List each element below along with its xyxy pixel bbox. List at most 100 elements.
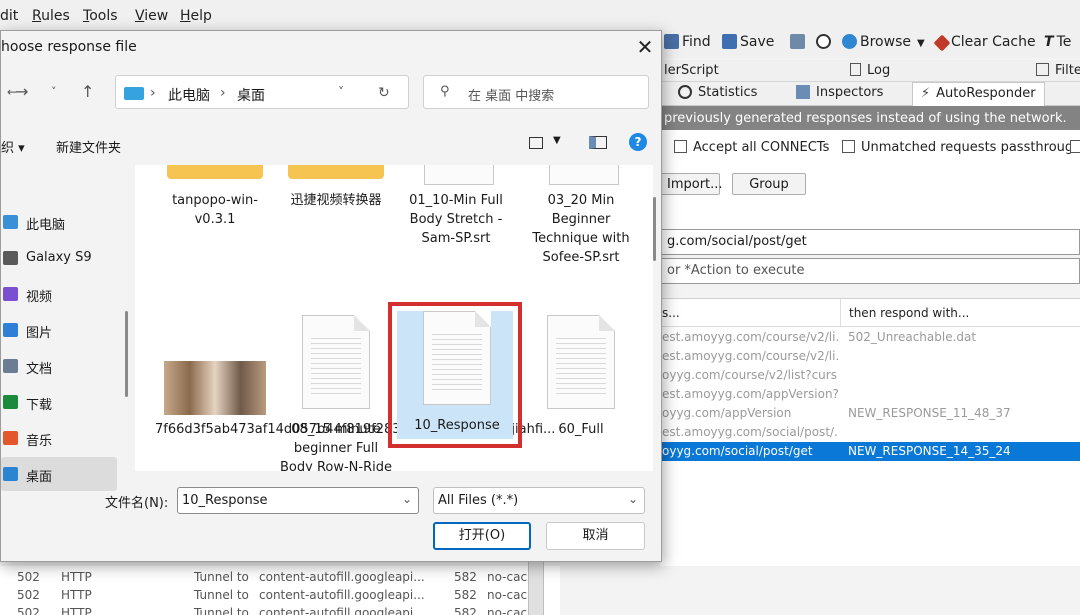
- address-bar[interactable]: › 此电脑 › 桌面 ˅ ↻: [115, 75, 409, 109]
- sidebar-item-label: 音乐: [26, 434, 53, 449]
- open-button[interactable]: 打开(O): [433, 522, 531, 550]
- close-button[interactable]: ✕: [631, 33, 659, 61]
- sidebar-item-label: 视频: [26, 290, 53, 305]
- save-button[interactable]: Save: [722, 34, 774, 50]
- session-result: 502: [17, 570, 40, 584]
- sidebar-item[interactable]: 文档: [1, 349, 117, 383]
- folder-item[interactable]: 迅捷视频转换器: [276, 165, 396, 271]
- sidebar-item[interactable]: 图片: [1, 313, 117, 347]
- sidebar-item[interactable]: 音乐: [1, 421, 117, 455]
- text-wizard-button[interactable]: T Te: [1044, 34, 1071, 50]
- up-button[interactable]: ↑: [81, 82, 94, 101]
- chevron-down-icon: ⌄: [627, 492, 638, 506]
- tab-filters[interactable]: Filte: [1036, 63, 1080, 78]
- session-row[interactable]: 502 HTTP Tunnel to content-autofill.googlea…: [0, 605, 560, 615]
- file-item[interactable]: 03_20 Min Beginner Technique with Sofee-…: [521, 165, 641, 271]
- cancel-button[interactable]: 取消: [546, 522, 645, 550]
- search-box[interactable]: ⚲ 在 桌面 中搜索: [423, 75, 649, 109]
- document-icon: [423, 311, 491, 405]
- col-match-header[interactable]: s...: [662, 306, 680, 320]
- forward-button[interactable]: →: [15, 82, 28, 101]
- menu-help[interactable]: Help: [180, 8, 212, 24]
- find-button[interactable]: Find: [664, 34, 711, 50]
- tab-statistics[interactable]: Statistics: [678, 85, 757, 100]
- sidebar-item[interactable]: Galaxy S9: [1, 241, 117, 275]
- group-button[interactable]: Group: [732, 173, 806, 195]
- documents-icon: [3, 359, 18, 373]
- file-item[interactable]: 10_Response: [388, 302, 522, 448]
- folder-icon: [288, 165, 384, 179]
- dialog-title: hoose response file: [1, 39, 137, 55]
- rule-match-input[interactable]: g.com/social/post/get: [660, 229, 1080, 255]
- file-item[interactable]: 60_Full: [521, 315, 641, 471]
- file-list-scrollbar[interactable]: [653, 197, 656, 261]
- session-row[interactable]: 502 HTTP Tunnel to content-autofill.googlea…: [0, 569, 560, 587]
- file-item[interactable]: 7f66d3f5ab473af14d057b44f819f2831223ksdh…: [155, 315, 555, 471]
- command-bar: 织 ▾ 新建文件夹 ▼ ?: [1, 129, 661, 161]
- chevron-down-icon[interactable]: ▼: [553, 135, 561, 146]
- rule-response: NEW_RESPONSE_14_35_24: [848, 444, 1011, 458]
- tab-autoresponder[interactable]: ⚡ AutoResponder: [912, 82, 1045, 106]
- import-button[interactable]: Import...: [658, 173, 723, 195]
- rule-row[interactable]: est.amoyyg.com/course/v2/li...: [660, 347, 1080, 366]
- filename-input[interactable]: 10_Response ⌄: [177, 487, 419, 514]
- session-body: 582: [454, 570, 477, 584]
- menu-tools[interactable]: Tools: [83, 8, 118, 24]
- sidebar-item[interactable]: 此电脑: [1, 205, 117, 239]
- breadcrumb-current[interactable]: 桌面: [237, 85, 265, 105]
- address-dropdown[interactable]: ˅: [338, 85, 344, 99]
- tab-log[interactable]: Log: [850, 63, 890, 78]
- recent-locations-button[interactable]: ˅: [51, 85, 57, 98]
- timer-button[interactable]: [816, 34, 834, 50]
- session-url: content-autofill.googleapi...: [259, 570, 425, 584]
- computer-icon: [3, 215, 18, 229]
- extra-checkbox[interactable]: [1070, 140, 1080, 155]
- preview-pane-icon[interactable]: [589, 136, 607, 149]
- autoresponder-banner: previously generated responses instead o…: [660, 106, 1080, 130]
- sidebar-item[interactable]: 桌面: [1, 457, 117, 491]
- menu-edit[interactable]: dit: [0, 8, 18, 24]
- phone-icon: [3, 251, 18, 265]
- menu-view[interactable]: View: [135, 8, 168, 24]
- unmatched-passthrough-checkbox[interactable]: Unmatched requests passthrough: [842, 140, 1080, 155]
- document-icon: [547, 315, 615, 409]
- sidebar-item[interactable]: 下载: [1, 385, 117, 419]
- view-mode-icon[interactable]: [529, 137, 543, 149]
- menu-rules[interactable]: Rules: [32, 8, 70, 24]
- sidebar-scrollbar[interactable]: [125, 311, 128, 397]
- lightning-icon: ⚡: [921, 86, 931, 101]
- file-item[interactable]: 08_15 minute beginner Full Body Row-N-Ri…: [276, 315, 396, 471]
- accept-connects-checkbox[interactable]: Accept all CONNECTs: [674, 140, 829, 155]
- browse-button[interactable]: Browse ▼: [842, 34, 925, 50]
- refresh-button[interactable]: ↻: [378, 85, 390, 101]
- session-caching: no-cac: [487, 606, 528, 615]
- sidebar-item-label: 下载: [26, 398, 53, 413]
- tab-fiddlerscript[interactable]: lerScript: [664, 63, 719, 78]
- organize-button[interactable]: 织 ▾: [1, 137, 25, 156]
- splitter[interactable]: [528, 560, 544, 615]
- rule-row[interactable]: est.amoyyg.com/appVersion?...: [660, 385, 1080, 404]
- rule-row[interactable]: oyyg.com/social/post/get NEW_RESPONSE_14_…: [660, 442, 1080, 461]
- rule-action-input[interactable]: or *Action to execute: [660, 258, 1080, 284]
- session-protocol: HTTP: [61, 570, 92, 584]
- tab-inspectors[interactable]: Inspectors: [796, 85, 883, 100]
- rule-row[interactable]: oyyg.com/appVersion NEW_RESPONSE_11_48_37: [660, 404, 1080, 423]
- session-row[interactable]: 502 HTTP Tunnel to content-autofill.googlea…: [0, 587, 560, 605]
- col-respond-header[interactable]: then respond with...: [840, 299, 969, 327]
- sidebar-item[interactable]: 视频: [1, 277, 117, 311]
- file-item[interactable]: 01_10-Min Full Body Stretch - Sam-SP.srt: [396, 165, 516, 271]
- chevron-down-icon[interactable]: ⌄: [402, 492, 412, 506]
- sidebar-item-label: Galaxy S9: [26, 250, 92, 265]
- folder-icon: [167, 165, 263, 179]
- rules-list: s... then respond with... est.amoyyg.com…: [660, 298, 1080, 566]
- breadcrumb-root[interactable]: 此电脑: [168, 85, 210, 105]
- folder-item[interactable]: tanpopo-win-v0.3.1: [155, 165, 275, 271]
- rule-row[interactable]: est.amoyyg.com/social/post/...: [660, 423, 1080, 442]
- help-icon[interactable]: ?: [629, 133, 647, 151]
- rule-row[interactable]: est.amoyyg.com/course/v2/li... 502_Unreac…: [660, 328, 1080, 347]
- clear-cache-button[interactable]: Clear Cache: [933, 34, 1036, 52]
- screenshot-button[interactable]: [790, 34, 808, 50]
- new-folder-button[interactable]: 新建文件夹: [56, 137, 121, 156]
- file-type-select[interactable]: All Files (*.*) ⌄: [433, 487, 645, 514]
- rule-row[interactable]: oyyg.com/course/v2/list?curs...: [660, 366, 1080, 385]
